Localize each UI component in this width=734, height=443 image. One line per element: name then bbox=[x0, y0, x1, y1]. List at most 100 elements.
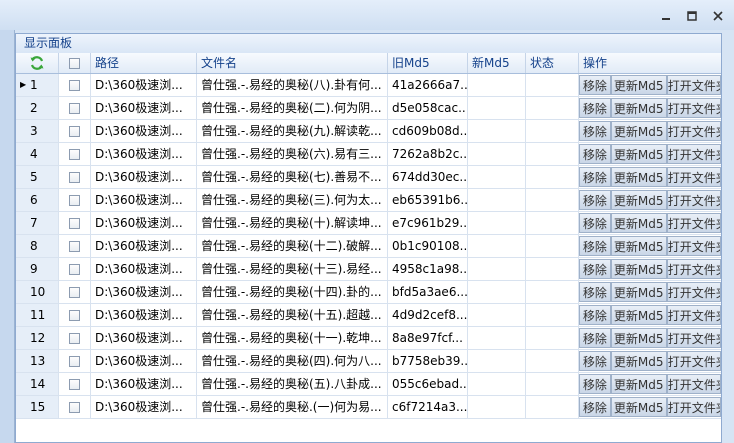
row-checkbox[interactable] bbox=[69, 125, 80, 137]
row-checkbox[interactable] bbox=[69, 102, 80, 114]
update-md5-button[interactable]: 更新Md5 bbox=[610, 98, 667, 118]
cell-filename[interactable]: 曾仕强.-.易经的奥秘(九).解读乾... bbox=[197, 120, 388, 142]
cell-old-md5[interactable]: d5e058cac... bbox=[388, 97, 468, 119]
update-md5-button[interactable]: 更新Md5 bbox=[610, 213, 667, 233]
open-folder-button[interactable]: 打开文件夹 bbox=[666, 328, 721, 348]
cell-status[interactable] bbox=[526, 281, 579, 303]
cell-status[interactable] bbox=[526, 350, 579, 372]
open-folder-button[interactable]: 打开文件夹 bbox=[666, 98, 721, 118]
cell-new-md5[interactable] bbox=[468, 189, 526, 211]
cell-new-md5[interactable] bbox=[468, 258, 526, 280]
table-row[interactable]: 9 D:\360极速浏... 曾仕强.-.易经的奥秘(十三).易经... 4958c1… bbox=[16, 258, 721, 281]
restore-button[interactable] bbox=[682, 8, 702, 24]
open-folder-button[interactable]: 打开文件夹 bbox=[666, 351, 721, 371]
cell-filename[interactable]: 曾仕强.-.易经的奥秘(十).解读坤... bbox=[197, 212, 388, 234]
row-checkbox[interactable] bbox=[69, 240, 80, 252]
cell-filename[interactable]: 曾仕强.-.易经的奥秘(十二).破解... bbox=[197, 235, 388, 257]
cell-filename[interactable]: 曾仕强.-.易经的奥秘(十五).超越... bbox=[197, 304, 388, 326]
row-checkbox[interactable] bbox=[69, 79, 80, 91]
remove-button[interactable]: 移除 bbox=[579, 167, 611, 187]
cell-path[interactable]: D:\360极速浏... bbox=[91, 235, 197, 257]
table-row[interactable]: 14 D:\360极速浏... 曾仕强.-.易经的奥秘(五).八卦成... 055c6… bbox=[16, 373, 721, 396]
col-path-header[interactable]: 路径 bbox=[91, 53, 197, 73]
update-md5-button[interactable]: 更新Md5 bbox=[610, 374, 667, 394]
cell-filename[interactable]: 曾仕强.-.易经的奥秘(十三).易经... bbox=[197, 258, 388, 280]
remove-button[interactable]: 移除 bbox=[579, 98, 611, 118]
remove-button[interactable]: 移除 bbox=[579, 282, 611, 302]
update-md5-button[interactable]: 更新Md5 bbox=[610, 190, 667, 210]
open-folder-button[interactable]: 打开文件夹 bbox=[666, 213, 721, 233]
cell-new-md5[interactable] bbox=[468, 74, 526, 96]
table-row[interactable]: ▶ 1 D:\360极速浏... 曾仕强.-.易经的奥秘(八).卦有何... 41a26… bbox=[16, 74, 721, 97]
cell-filename[interactable]: 曾仕强.-.易经的奥秘.(一)何为易... bbox=[197, 396, 388, 418]
row-checkbox[interactable] bbox=[69, 401, 80, 413]
update-md5-button[interactable]: 更新Md5 bbox=[610, 351, 667, 371]
table-row[interactable]: 5 D:\360极速浏... 曾仕强.-.易经的奥秘(七).善易不... 674dd3… bbox=[16, 166, 721, 189]
remove-button[interactable]: 移除 bbox=[579, 351, 611, 371]
cell-new-md5[interactable] bbox=[468, 396, 526, 418]
remove-button[interactable]: 移除 bbox=[579, 374, 611, 394]
cell-filename[interactable]: 曾仕强.-.易经的奥秘(五).八卦成... bbox=[197, 373, 388, 395]
row-checkbox[interactable] bbox=[69, 194, 80, 206]
cell-old-md5[interactable]: 674dd30ec... bbox=[388, 166, 468, 188]
cell-filename[interactable]: 曾仕强.-.易经的奥秘(二).何为阴... bbox=[197, 97, 388, 119]
cell-status[interactable] bbox=[526, 120, 579, 142]
remove-button[interactable]: 移除 bbox=[579, 236, 611, 256]
cell-filename[interactable]: 曾仕强.-.易经的奥秘(七).善易不... bbox=[197, 166, 388, 188]
table-row[interactable]: 2 D:\360极速浏... 曾仕强.-.易经的奥秘(二).何为阴... d5e058… bbox=[16, 97, 721, 120]
col-old-md5-header[interactable]: 旧Md5 bbox=[388, 53, 468, 73]
table-row[interactable]: 13 D:\360极速浏... 曾仕强.-.易经的奥秘(四).何为八... b7758… bbox=[16, 350, 721, 373]
update-md5-button[interactable]: 更新Md5 bbox=[610, 282, 667, 302]
open-folder-button[interactable]: 打开文件夹 bbox=[666, 259, 721, 279]
cell-path[interactable]: D:\360极速浏... bbox=[91, 97, 197, 119]
cell-filename[interactable]: 曾仕强.-.易经的奥秘(三).何为太... bbox=[197, 189, 388, 211]
select-all-checkbox[interactable] bbox=[69, 57, 80, 69]
cell-new-md5[interactable] bbox=[468, 212, 526, 234]
update-md5-button[interactable]: 更新Md5 bbox=[610, 144, 667, 164]
cell-status[interactable] bbox=[526, 189, 579, 211]
table-row[interactable]: 11 D:\360极速浏... 曾仕强.-.易经的奥秘(十五).超越... 4d9d2… bbox=[16, 304, 721, 327]
cell-path[interactable]: D:\360极速浏... bbox=[91, 212, 197, 234]
cell-new-md5[interactable] bbox=[468, 281, 526, 303]
cell-old-md5[interactable]: bfd5a3ae6... bbox=[388, 281, 468, 303]
update-md5-button[interactable]: 更新Md5 bbox=[610, 259, 667, 279]
cell-status[interactable] bbox=[526, 396, 579, 418]
row-checkbox[interactable] bbox=[69, 286, 80, 298]
cell-status[interactable] bbox=[526, 258, 579, 280]
remove-button[interactable]: 移除 bbox=[579, 144, 611, 164]
row-checkbox[interactable] bbox=[69, 355, 80, 367]
open-folder-button[interactable]: 打开文件夹 bbox=[666, 144, 721, 164]
cell-status[interactable] bbox=[526, 373, 579, 395]
cell-path[interactable]: D:\360极速浏... bbox=[91, 350, 197, 372]
open-folder-button[interactable]: 打开文件夹 bbox=[666, 397, 721, 417]
remove-button[interactable]: 移除 bbox=[579, 305, 611, 325]
cell-status[interactable] bbox=[526, 327, 579, 349]
cell-old-md5[interactable]: 8a8e97fcf... bbox=[388, 327, 468, 349]
cell-new-md5[interactable] bbox=[468, 166, 526, 188]
cell-status[interactable] bbox=[526, 166, 579, 188]
table-row[interactable]: 12 D:\360极速浏... 曾仕强.-.易经的奥秘(十一).乾坤... 8a8e9… bbox=[16, 327, 721, 350]
cell-path[interactable]: D:\360极速浏... bbox=[91, 304, 197, 326]
close-button[interactable] bbox=[708, 8, 728, 24]
cell-path[interactable]: D:\360极速浏... bbox=[91, 166, 197, 188]
row-checkbox[interactable] bbox=[69, 217, 80, 229]
minimize-button[interactable] bbox=[656, 8, 676, 24]
cell-filename[interactable]: 曾仕强.-.易经的奥秘(六).易有三... bbox=[197, 143, 388, 165]
cell-filename[interactable]: 曾仕强.-.易经的奥秘(四).何为八... bbox=[197, 350, 388, 372]
cell-path[interactable]: D:\360极速浏... bbox=[91, 74, 197, 96]
cell-old-md5[interactable]: eb65391b6... bbox=[388, 189, 468, 211]
cell-new-md5[interactable] bbox=[468, 327, 526, 349]
refresh-button[interactable] bbox=[16, 53, 59, 73]
table-row[interactable]: 7 D:\360极速浏... 曾仕强.-.易经的奥秘(十).解读坤... e7c961… bbox=[16, 212, 721, 235]
cell-new-md5[interactable] bbox=[468, 304, 526, 326]
cell-path[interactable]: D:\360极速浏... bbox=[91, 373, 197, 395]
table-row[interactable]: 3 D:\360极速浏... 曾仕强.-.易经的奥秘(九).解读乾... cd609b… bbox=[16, 120, 721, 143]
table-row[interactable]: 15 D:\360极速浏... 曾仕强.-.易经的奥秘.(一)何为易... c6f72… bbox=[16, 396, 721, 419]
row-checkbox[interactable] bbox=[69, 148, 80, 160]
cell-status[interactable] bbox=[526, 143, 579, 165]
remove-button[interactable]: 移除 bbox=[579, 328, 611, 348]
cell-path[interactable]: D:\360极速浏... bbox=[91, 120, 197, 142]
row-checkbox[interactable] bbox=[69, 263, 80, 275]
cell-status[interactable] bbox=[526, 212, 579, 234]
remove-button[interactable]: 移除 bbox=[579, 213, 611, 233]
